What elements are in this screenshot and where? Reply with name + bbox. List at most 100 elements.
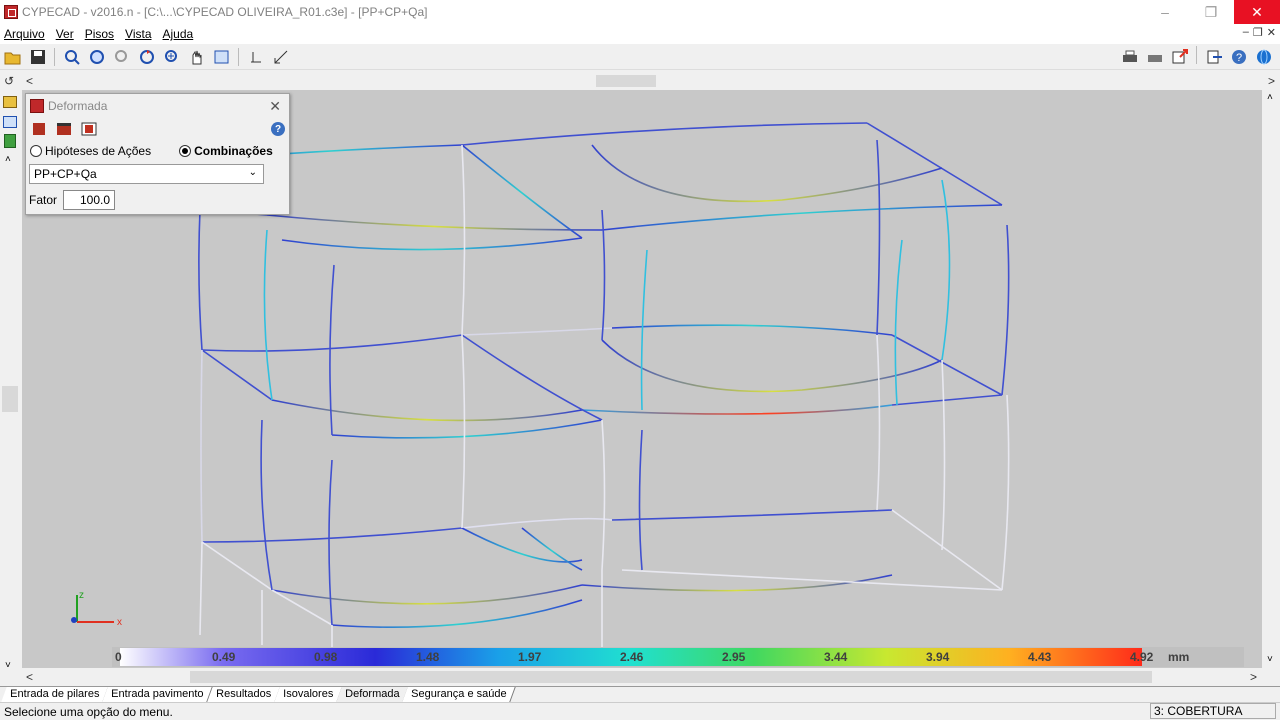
deformada-dialog: Deformada ✕ ? Hipóteses de Ações Combina…: [25, 93, 290, 215]
bottom-scroll-thumb[interactable]: [190, 671, 1152, 683]
tab-entrada-pavimento[interactable]: Entrada pavimento: [102, 687, 214, 702]
scroll-right-icon[interactable]: >: [1250, 670, 1257, 684]
regenerate-icon[interactable]: [135, 46, 159, 68]
maximize-button[interactable]: ❐: [1188, 0, 1234, 24]
dialog-close-icon[interactable]: ✕: [269, 98, 281, 115]
fator-label: Fator: [29, 193, 58, 207]
scroll-up-icon[interactable]: ˄: [1267, 92, 1273, 103]
legend-unit: mm: [1168, 650, 1190, 664]
tab-seguranca-saude[interactable]: Segurança e saúde: [402, 687, 517, 702]
load-type-radio-group: Hipóteses de Ações Combinações: [26, 140, 289, 162]
current-floor-indicator: 3: COBERTURA: [1150, 703, 1276, 719]
legend-value: 3.44: [824, 650, 848, 664]
zoom-previous-icon[interactable]: [110, 46, 134, 68]
toolbar: [0, 44, 1280, 70]
colors-icon[interactable]: [54, 118, 74, 140]
window-title: CYPECAD - v2016.n - [C:\...\CYPECAD OLIV…: [22, 5, 428, 19]
chevron-up-icon[interactable]: ˄: [5, 154, 11, 165]
legend-value: 3.94: [926, 650, 950, 664]
legend-value: 4.92: [1130, 650, 1154, 664]
zoom-all-icon[interactable]: [85, 46, 109, 68]
print-options-icon[interactable]: [1143, 46, 1167, 68]
tab-deformada[interactable]: Deformada: [336, 687, 409, 702]
menu-ver[interactable]: Ver: [52, 27, 81, 41]
legend-value: 4.43: [1028, 650, 1052, 664]
status-bar: Selecione uma opção do menu.: [0, 702, 1280, 720]
mdi-close-button[interactable]: ✕: [1267, 26, 1276, 39]
dialog-title: Deformada: [48, 99, 108, 113]
fator-input[interactable]: 100.0: [63, 190, 116, 210]
radio-hipoteses-label[interactable]: Hipóteses de Ações: [45, 144, 151, 158]
svg-text:?: ?: [1236, 52, 1242, 64]
film-animation-icon[interactable]: [79, 118, 99, 140]
scroll-down-icon[interactable]: ˅: [1267, 654, 1273, 665]
tab-entrada-pilares[interactable]: Entrada de pilares: [1, 687, 110, 702]
pan-hand-icon[interactable]: [185, 46, 209, 68]
top-scroll-thumb[interactable]: [596, 75, 656, 87]
dialog-help-icon[interactable]: ?: [271, 122, 285, 136]
animation-settings-icon[interactable]: [29, 118, 49, 140]
dialog-title-bar: Deformada ✕: [26, 94, 289, 118]
legend-value: 2.46: [620, 650, 644, 664]
toolbar-separator: [1196, 46, 1197, 64]
legend-value: 0: [115, 650, 122, 664]
exit-icon[interactable]: [1202, 46, 1226, 68]
left-scroll-thumb[interactable]: [2, 386, 18, 412]
open-folder-icon[interactable]: [1, 46, 25, 68]
menu-bar: Arquivo Ver Pisos Vista Ajuda: [0, 24, 1280, 44]
status-message: Selecione uma opção do menu.: [4, 704, 173, 719]
radio-combinacoes[interactable]: [179, 145, 192, 157]
zoom-in-icon[interactable]: [160, 46, 184, 68]
help-icon[interactable]: ?: [1227, 46, 1251, 68]
legend-value: 1.48: [416, 650, 440, 664]
scroll-left-icon[interactable]: <: [26, 670, 33, 684]
legend-value: 2.95: [722, 650, 746, 664]
export-icon[interactable]: [1168, 46, 1192, 68]
minimize-button[interactable]: –: [1142, 0, 1188, 24]
menu-pisos[interactable]: Pisos: [81, 27, 121, 41]
toolbar-separator: [54, 47, 55, 66]
mdi-restore-button[interactable]: ❐: [1253, 26, 1263, 39]
chevron-down-icon: ⌄: [248, 167, 257, 178]
menu-ajuda[interactable]: Ajuda: [159, 27, 201, 41]
view-floors-icon[interactable]: [3, 116, 17, 128]
legend-value: 0.98: [314, 650, 338, 664]
view-3d-icon[interactable]: [210, 46, 234, 68]
toolbar-separator: [238, 47, 239, 66]
combination-select[interactable]: PP+CP+Qa ⌄: [29, 164, 264, 184]
mdi-minimize-button[interactable]: –: [1243, 26, 1249, 39]
toolbar-right: ?: [1117, 46, 1276, 68]
menu-arquivo[interactable]: Arquivo: [0, 27, 52, 41]
module-tabs: Entrada de pilares Entrada pavimento Res…: [0, 686, 1280, 702]
web-globe-icon[interactable]: [1252, 46, 1276, 68]
measure-icon[interactable]: [269, 46, 293, 68]
axis-z-label: z: [79, 590, 84, 601]
axis-x-label: x: [117, 617, 122, 628]
radio-hipoteses[interactable]: [30, 145, 42, 157]
tab-resultados[interactable]: Resultados: [206, 687, 281, 702]
rotate-icon[interactable]: ↺: [4, 74, 14, 88]
combination-value: PP+CP+Qa: [34, 167, 97, 181]
print-icon[interactable]: [1118, 46, 1142, 68]
chevron-down-icon[interactable]: ˅: [5, 660, 11, 671]
scroll-left-icon[interactable]: <: [26, 74, 33, 88]
left-toolbar: ↺ ˄ ˅: [0, 72, 22, 672]
menu-vista[interactable]: Vista: [121, 27, 158, 41]
dialog-app-icon: [30, 99, 44, 113]
radio-combinacoes-label[interactable]: Combinações: [194, 144, 273, 158]
floor-group-icon[interactable]: [3, 96, 17, 108]
3d-block-icon[interactable]: [4, 134, 16, 148]
close-button[interactable]: ✕: [1234, 0, 1280, 24]
displacement-legend: 0 0.49 0.98 1.48 1.97 2.46 2.95 3.44 3.9…: [112, 647, 1244, 667]
save-icon[interactable]: [26, 46, 50, 68]
top-floor-beams: [199, 122, 1003, 251]
axis-icon[interactable]: [244, 46, 268, 68]
axis-indicator: z x: [71, 590, 122, 628]
legend-value: 0.49: [212, 650, 236, 664]
vertical-scrollbar[interactable]: ˄ ˅: [1262, 90, 1280, 670]
scroll-right-icon[interactable]: >: [1268, 74, 1275, 88]
tab-isovalores[interactable]: Isovalores: [273, 687, 343, 702]
columns: [198, 139, 1010, 650]
zoom-window-icon[interactable]: [60, 46, 84, 68]
title-bar: CYPECAD - v2016.n - [C:\...\CYPECAD OLIV…: [0, 0, 1280, 24]
